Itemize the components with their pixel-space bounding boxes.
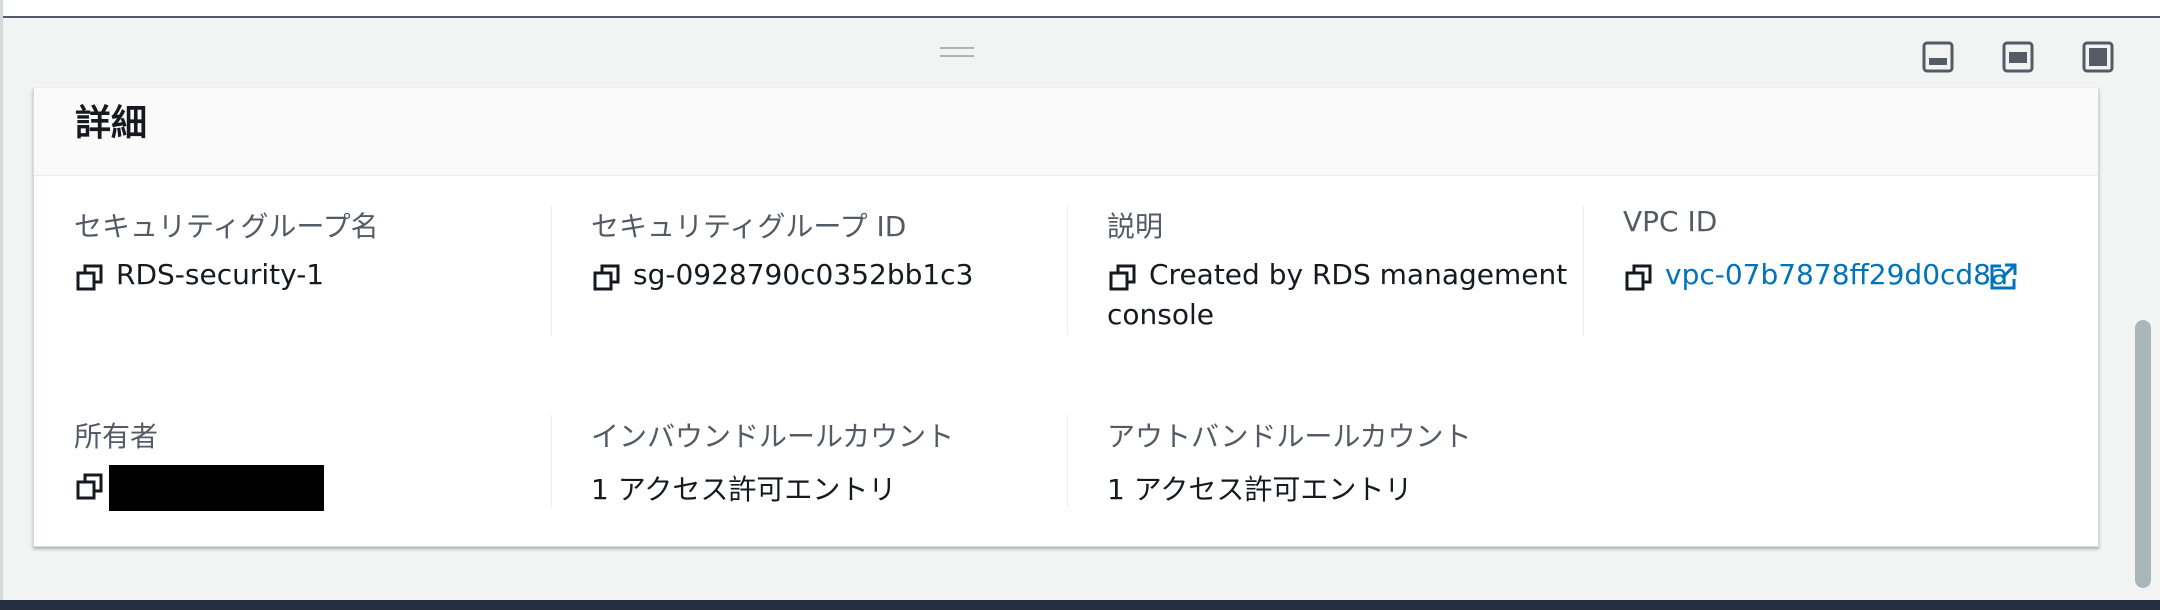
- left-border: [0, 0, 3, 610]
- details-panel-header: 詳細: [34, 88, 2098, 176]
- panel-full-icon: [2082, 41, 2114, 73]
- panel-bottom-layout-button[interactable]: [1921, 40, 1955, 74]
- copy-sg-id-button[interactable]: [592, 263, 622, 293]
- owner-label: 所有者: [74, 420, 159, 453]
- panel-full-layout-button[interactable]: [2081, 40, 2115, 74]
- outbound-count-label: アウトバンドルールカウント: [1107, 420, 1472, 453]
- scrollbar-thumb[interactable]: [2135, 320, 2151, 588]
- copy-sg-name-button[interactable]: [75, 263, 105, 293]
- copy-icon: [1625, 264, 1652, 291]
- split-panel-resize-handle[interactable]: [940, 47, 974, 59]
- copy-icon: [76, 264, 103, 291]
- external-link-icon: [1990, 263, 2017, 290]
- vpc-external-link-button[interactable]: [1988, 262, 2018, 292]
- copy-icon: [593, 264, 620, 291]
- column-divider: [551, 415, 552, 507]
- panel-bottom-icon: [1922, 41, 1954, 73]
- owner-value-redacted: [109, 465, 324, 511]
- outbound-count-value: 1 アクセス許可エントリ: [1107, 473, 1413, 506]
- copy-vpc-id-button[interactable]: [1624, 263, 1654, 293]
- column-divider: [551, 206, 552, 335]
- column-divider: [1067, 415, 1068, 507]
- inbound-count-label: インバウンドルールカウント: [591, 420, 955, 453]
- description-label: 説明: [1107, 210, 1164, 243]
- vpc-id-link[interactable]: vpc-07b7878ff29d0cd8a: [1665, 258, 2008, 291]
- panel-split-icon: [2002, 41, 2034, 73]
- column-divider: [1583, 206, 1584, 335]
- sg-id-label: セキュリティグループ ID: [591, 210, 907, 243]
- details-title: 詳細: [75, 103, 148, 144]
- sg-name-value: RDS-security-1: [116, 258, 325, 291]
- details-panel: 詳細: [33, 88, 2099, 547]
- column-divider: [1067, 206, 1068, 335]
- sg-id-value: sg-0928790c0352bb1c3: [633, 258, 974, 291]
- vpc-id-label: VPC ID: [1623, 205, 1718, 238]
- bottom-bar: [0, 600, 2160, 610]
- sg-name-label: セキュリティグループ名: [74, 210, 379, 243]
- copy-icon: [1109, 264, 1136, 291]
- top-content-edge: [0, 0, 2160, 18]
- panel-split-layout-button[interactable]: [2001, 40, 2035, 74]
- description-value-line1: Created by RDS management: [1149, 258, 1568, 291]
- copy-owner-button[interactable]: [75, 472, 105, 502]
- copy-description-button[interactable]: [1108, 263, 1138, 293]
- description-value-line2: console: [1107, 298, 1214, 331]
- inbound-count-value: 1 アクセス許可エントリ: [591, 473, 897, 506]
- copy-icon: [76, 473, 103, 500]
